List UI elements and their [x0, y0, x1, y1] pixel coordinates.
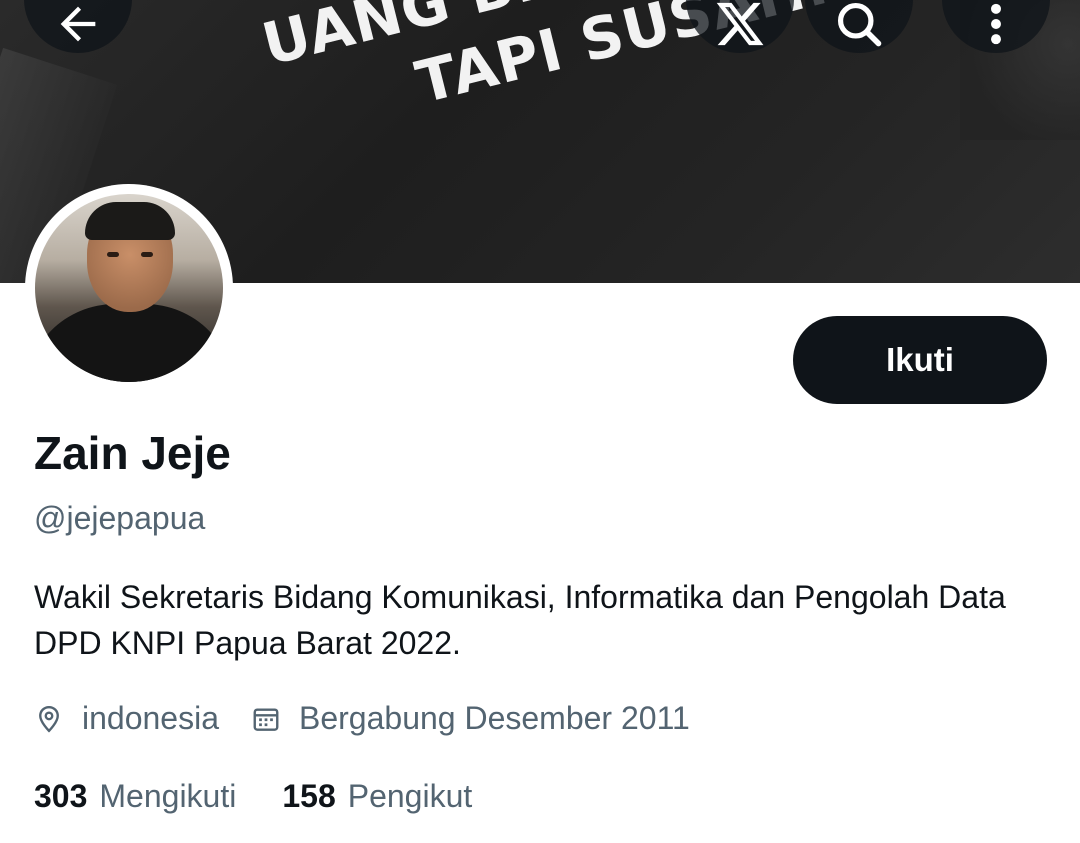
- joined-item: Bergabung Desember 2011: [251, 700, 690, 737]
- search-icon: [837, 2, 882, 47]
- x-logo-icon: [716, 2, 764, 46]
- following-link[interactable]: 303 Mengikuti: [34, 778, 236, 815]
- profile-meta: indonesia Bergabung Desember 2011: [34, 700, 690, 737]
- follow-button[interactable]: Ikuti: [793, 316, 1047, 404]
- location-text: indonesia: [82, 700, 219, 736]
- following-label: Mengikuti: [99, 778, 237, 814]
- more-vertical-icon: [991, 3, 1001, 45]
- calendar-icon: [253, 707, 279, 731]
- follow-stats: 303 Mengikuti 158 Pengikut: [34, 778, 472, 815]
- avatar[interactable]: [35, 194, 223, 382]
- user-handle: @jejepapua: [34, 500, 206, 536]
- avatar-eye-right: [141, 252, 153, 257]
- profile-bio: Wakil Sekretaris Bidang Komunikasi, Info…: [34, 579, 1006, 661]
- display-name: Zain Jeje: [34, 427, 231, 479]
- joined-date-text: Bergabung Desember 2011: [299, 700, 690, 736]
- following-count: 303: [34, 778, 88, 814]
- followers-link[interactable]: 158 Pengikut: [282, 778, 472, 815]
- avatar-eye-left: [107, 252, 119, 257]
- avatar-shirt: [35, 304, 223, 382]
- location-item: indonesia: [34, 700, 219, 737]
- avatar-hair: [85, 202, 175, 240]
- followers-label: Pengikut: [347, 778, 473, 814]
- followers-count: 158: [282, 778, 336, 814]
- location-pin-icon: [39, 705, 59, 733]
- back-arrow-icon: [60, 6, 96, 42]
- banner-shirt-text: UANG BISA DICARITAPI SUSAH.: [255, 0, 891, 154]
